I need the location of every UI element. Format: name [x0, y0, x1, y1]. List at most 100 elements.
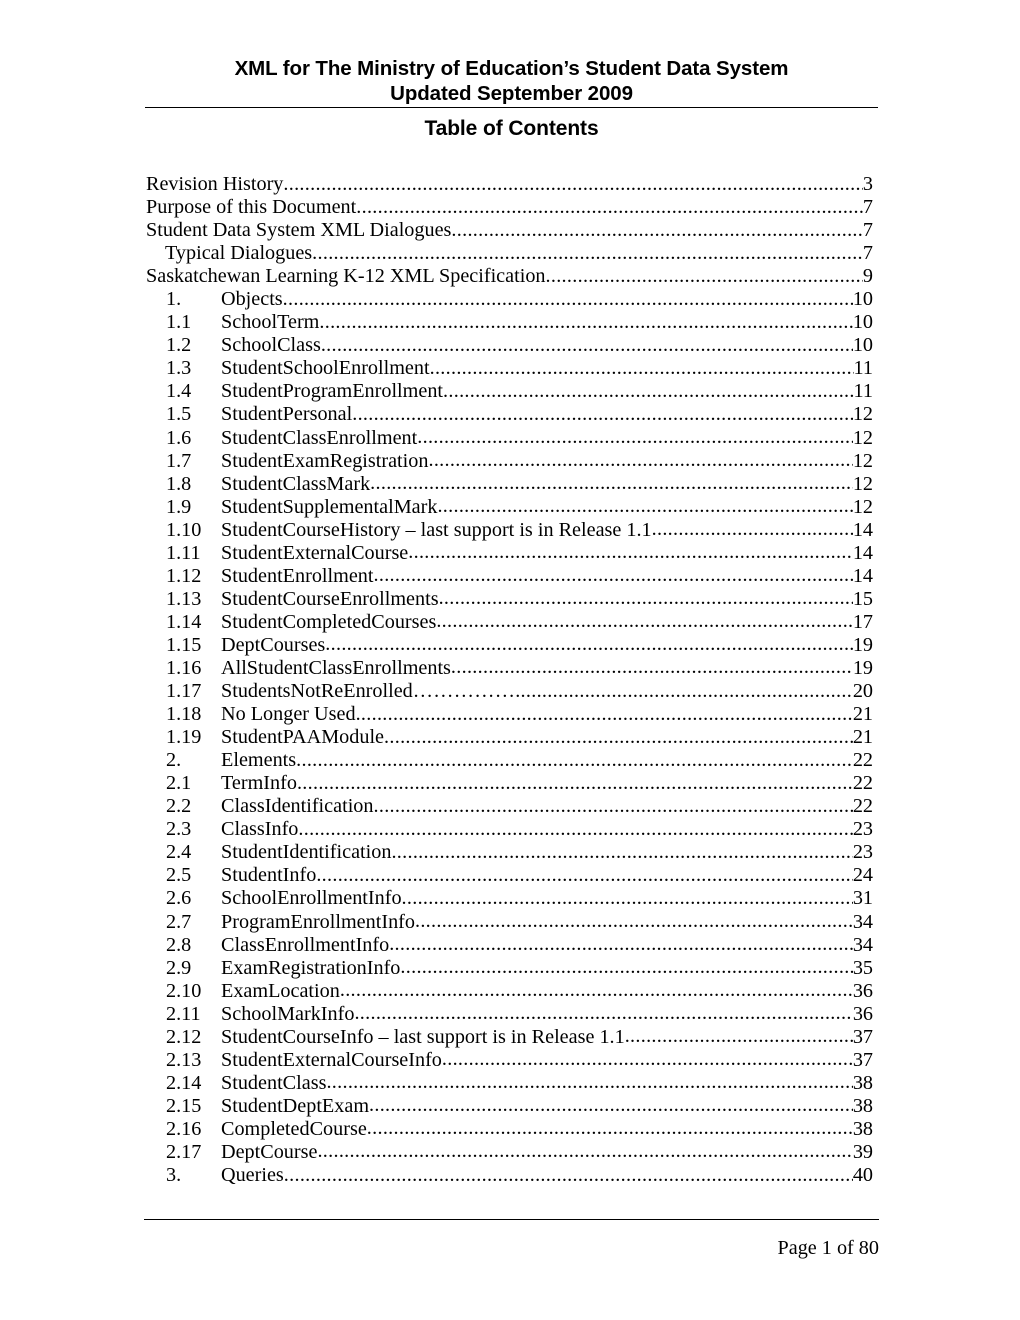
toc-entry[interactable]: 1.15 DeptCourses 19 — [146, 634, 873, 657]
toc-dot-leader — [436, 611, 852, 634]
toc-entry[interactable]: 2.16 CompletedCourse 38 — [146, 1118, 873, 1141]
toc-entry-page-number: 38 — [852, 1117, 873, 1140]
toc-dot-leader — [437, 496, 852, 519]
toc-entry-title: StudentPAAModule — [221, 726, 385, 749]
toc-entry[interactable]: 2.10 ExamLocation 36 — [146, 980, 873, 1003]
toc-entry-number: 2.9 — [166, 956, 192, 979]
toc-entry[interactable]: 1.2 SchoolClass 10 — [146, 334, 873, 357]
toc-entry[interactable]: 1.6 StudentClassEnrollment 12 — [146, 427, 873, 450]
toc-entry[interactable]: 1.12 StudentEnrollment 14 — [146, 565, 873, 588]
toc-entry[interactable]: 2.4 StudentIdentification 23 — [146, 841, 873, 864]
toc-entry[interactable]: Student Data System XML Dialogues 7 — [146, 219, 873, 242]
toc-entry-title: StudentExternalCourseInfo — [221, 1048, 442, 1071]
footer-page-number: Page 1 of 80 — [777, 1237, 879, 1259]
toc-entry-title: SchoolMarkInfo — [221, 1002, 355, 1025]
toc-entry-number: 1.11 — [166, 541, 201, 564]
toc-entry-page-number: 21 — [852, 726, 873, 749]
toc-entry[interactable]: 1.4 StudentProgramEnrollment 11 — [146, 380, 873, 403]
toc-dot-leader — [652, 519, 853, 542]
toc-entry[interactable]: 1.11 StudentExternalCourse 14 — [146, 542, 873, 565]
toc-dot-leader — [451, 219, 863, 242]
toc-entry[interactable]: 2.12 StudentCourseInfo – last support is … — [146, 1026, 873, 1049]
toc-entry[interactable]: 1.14 StudentCompletedCourses 17 — [146, 611, 873, 634]
toc-entry-title: StudentEnrollment — [221, 564, 374, 587]
toc-entry[interactable]: 2.3 ClassInfo 23 — [146, 818, 873, 841]
toc-entry[interactable]: 1.1 SchoolTerm 10 — [146, 311, 873, 334]
toc-entry[interactable]: 1.7 StudentExamRegistration 12 — [146, 450, 873, 473]
toc-entry[interactable]: 2.13 StudentExternalCourseInfo 37 — [146, 1049, 873, 1072]
toc-dot-leader — [312, 242, 863, 265]
toc-dot-leader — [369, 1095, 853, 1118]
toc-dot-leader — [316, 864, 852, 887]
toc-entry[interactable]: 1.17 StudentsNotReEnrolled 20 — [146, 680, 873, 703]
toc-entry[interactable]: 2.5 StudentInfo 24 — [146, 864, 873, 887]
toc-entry-page-number: 19 — [852, 656, 873, 679]
toc-entry[interactable]: 2. Elements 22 — [146, 749, 873, 772]
toc-entry-number: 1.17 — [166, 680, 202, 703]
toc-dot-leader — [625, 1026, 853, 1049]
toc-entry-page-number: 10 — [852, 288, 873, 311]
toc-entry-title: StudentSchoolEnrollment — [221, 357, 430, 380]
toc-entry-number: 2.12 — [166, 1025, 202, 1048]
toc-entry-title: StudentIdentification — [221, 841, 392, 864]
toc-entry-title: StudentProgramEnrollment — [221, 380, 444, 403]
toc-entry-page-number: 23 — [852, 818, 873, 841]
toc-entry[interactable]: 3. Queries 40 — [146, 1164, 873, 1187]
toc-entry[interactable]: 2.11 SchoolMarkInfo 36 — [146, 1003, 873, 1026]
toc-entry-page-number: 22 — [852, 795, 873, 818]
toc-dot-leader — [340, 980, 853, 1003]
toc-dot-leader — [284, 1164, 853, 1187]
toc-entry-page-number: 34 — [852, 933, 873, 956]
toc-entry[interactable]: 2.17 DeptCourse 39 — [146, 1141, 873, 1164]
toc-entry-page-number: 7 — [862, 219, 873, 242]
toc-entry[interactable]: 2.15 StudentDeptExam 38 — [146, 1095, 873, 1118]
toc-dot-leader — [298, 818, 852, 841]
toc-entry[interactable]: 1.5 StudentPersonal 12 — [146, 403, 873, 426]
toc-entry[interactable]: 1.9 StudentSupplementalMark 12 — [146, 496, 873, 519]
toc-entry[interactable]: 2.1 TermInfo 22 — [146, 772, 873, 795]
toc-entry[interactable]: 1.18 No Longer Used 21 — [146, 703, 873, 726]
toc-entry[interactable]: 1.8 StudentClassMark 12 — [146, 473, 873, 496]
toc-entry-number: 1.12 — [166, 564, 202, 587]
toc-entry[interactable]: 1.13 StudentCourseEnrollments 15 — [146, 588, 873, 611]
toc-entry-page-number: 37 — [852, 1025, 873, 1048]
document-subtitle: Updated September 2009 — [390, 82, 633, 105]
toc-entry-title: ProgramEnrollmentInfo — [221, 910, 415, 933]
document-header: XML for The Ministry of Education’s Stud… — [145, 56, 878, 141]
toc-entry-title: StudentSupplementalMark — [221, 495, 438, 518]
toc-entry[interactable]: 2.6 SchoolEnrollmentInfo 31 — [146, 887, 873, 910]
toc-entry-number: 1.19 — [166, 726, 202, 749]
toc-entry-number: 2.16 — [166, 1117, 202, 1140]
toc-entry[interactable]: 1.16 AllStudentClassEnrollments 19 — [146, 657, 873, 680]
toc-entry-page-number: 36 — [852, 1002, 873, 1025]
toc-dot-leader — [283, 173, 863, 196]
toc-entry-title: StudentInfo — [221, 864, 317, 887]
toc-entry-number: 1.3 — [166, 357, 192, 380]
toc-entry-page-number: 15 — [852, 587, 873, 610]
toc-entry[interactable]: 2.7 ProgramEnrollmentInfo 34 — [146, 911, 873, 934]
toc-entry-number: 2.4 — [166, 841, 192, 864]
toc-entry-number: 1. — [166, 288, 182, 311]
toc-entry-title: ExamLocation — [221, 979, 340, 1002]
toc-entry[interactable]: 2.14 StudentClass 38 — [146, 1072, 873, 1095]
toc-entry[interactable]: Saskatchewan Learning K-12 XML Specifica… — [146, 265, 873, 288]
toc-entry[interactable]: 1.19 StudentPAAModule 21 — [146, 726, 873, 749]
toc-entry-title: Objects — [221, 288, 283, 311]
toc-entry-number: 1.13 — [166, 587, 202, 610]
toc-entry-page-number: 3 — [862, 173, 873, 195]
toc-entry[interactable]: 2.9 ExamRegistrationInfo 35 — [146, 957, 873, 980]
toc-entry[interactable]: Purpose of this Document 7 — [146, 196, 873, 219]
toc-entry-number: 1.1 — [166, 311, 192, 334]
toc-entry[interactable]: Revision History 3 — [146, 173, 873, 196]
toc-dot-leader — [402, 887, 853, 910]
toc-entry[interactable]: 2.2 ClassIdentification 22 — [146, 795, 873, 818]
toc-entry[interactable]: Typical Dialogues 7 — [146, 242, 873, 265]
toc-entry-title: StudentCourseHistory – last support is i… — [221, 518, 652, 541]
toc-entry-page-number: 31 — [852, 887, 873, 910]
toc-dot-leader — [415, 911, 853, 934]
toc-entry-title: ClassIdentification — [221, 795, 374, 818]
toc-entry[interactable]: 1.10 StudentCourseHistory – last support … — [146, 519, 873, 542]
toc-entry[interactable]: 1.3 StudentSchoolEnrollment 11 — [146, 357, 873, 380]
toc-entry[interactable]: 1. Objects 10 — [146, 288, 873, 311]
toc-entry[interactable]: 2.8 ClassEnrollmentInfo 34 — [146, 934, 873, 957]
